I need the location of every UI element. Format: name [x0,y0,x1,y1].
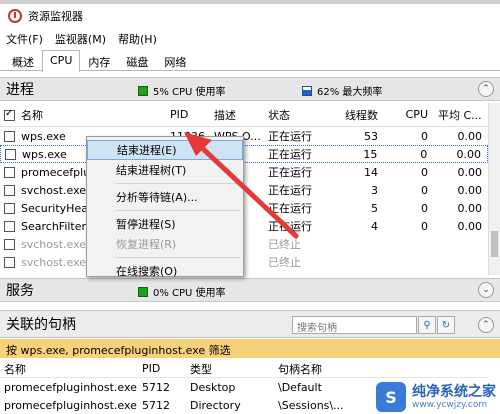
watermark: S 纯净系统之家 www.ycwjzy.com [376,382,496,412]
watermark-logo-icon: S [376,382,406,412]
watermark-brand: 纯净系统之家 [412,383,496,400]
watermark-url: www.ycwjzy.com [412,399,488,410]
annotation-arrow-icon [184,132,299,239]
